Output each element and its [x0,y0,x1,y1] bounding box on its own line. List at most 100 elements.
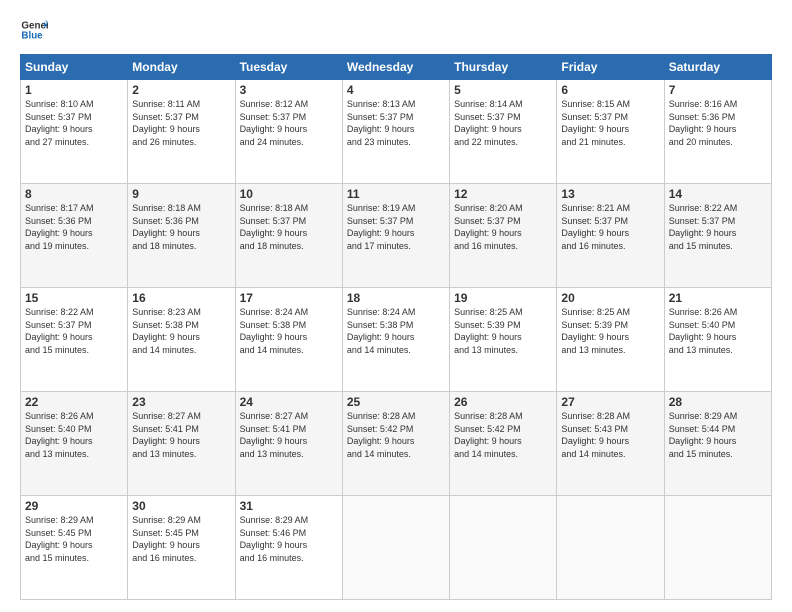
cell-details: Sunrise: 8:28 AMSunset: 5:42 PMDaylight:… [347,410,445,460]
cell-details: Sunrise: 8:29 AMSunset: 5:46 PMDaylight:… [240,514,338,564]
cell-details: Sunrise: 8:20 AMSunset: 5:37 PMDaylight:… [454,202,552,252]
cell-details: Sunrise: 8:23 AMSunset: 5:38 PMDaylight:… [132,306,230,356]
calendar-cell: 13Sunrise: 8:21 AMSunset: 5:37 PMDayligh… [557,184,664,288]
day-header-thursday: Thursday [450,55,557,80]
day-header-tuesday: Tuesday [235,55,342,80]
calendar-cell: 3Sunrise: 8:12 AMSunset: 5:37 PMDaylight… [235,80,342,184]
logo-icon: General Blue [20,16,48,44]
calendar-cell: 23Sunrise: 8:27 AMSunset: 5:41 PMDayligh… [128,392,235,496]
cell-details: Sunrise: 8:24 AMSunset: 5:38 PMDaylight:… [347,306,445,356]
day-number: 10 [240,187,338,201]
calendar-cell: 15Sunrise: 8:22 AMSunset: 5:37 PMDayligh… [21,288,128,392]
day-number: 21 [669,291,767,305]
cell-details: Sunrise: 8:16 AMSunset: 5:36 PMDaylight:… [669,98,767,148]
day-number: 6 [561,83,659,97]
calendar-cell: 19Sunrise: 8:25 AMSunset: 5:39 PMDayligh… [450,288,557,392]
calendar-cell: 24Sunrise: 8:27 AMSunset: 5:41 PMDayligh… [235,392,342,496]
calendar-cell: 10Sunrise: 8:18 AMSunset: 5:37 PMDayligh… [235,184,342,288]
calendar-cell: 11Sunrise: 8:19 AMSunset: 5:37 PMDayligh… [342,184,449,288]
cell-details: Sunrise: 8:24 AMSunset: 5:38 PMDaylight:… [240,306,338,356]
calendar-cell: 20Sunrise: 8:25 AMSunset: 5:39 PMDayligh… [557,288,664,392]
day-number: 13 [561,187,659,201]
day-header-monday: Monday [128,55,235,80]
day-number: 22 [25,395,123,409]
day-number: 17 [240,291,338,305]
day-number: 18 [347,291,445,305]
cell-details: Sunrise: 8:22 AMSunset: 5:37 PMDaylight:… [25,306,123,356]
cell-details: Sunrise: 8:12 AMSunset: 5:37 PMDaylight:… [240,98,338,148]
day-number: 4 [347,83,445,97]
cell-details: Sunrise: 8:29 AMSunset: 5:45 PMDaylight:… [132,514,230,564]
day-number: 9 [132,187,230,201]
calendar-cell: 14Sunrise: 8:22 AMSunset: 5:37 PMDayligh… [664,184,771,288]
calendar-cell: 2Sunrise: 8:11 AMSunset: 5:37 PMDaylight… [128,80,235,184]
cell-details: Sunrise: 8:11 AMSunset: 5:37 PMDaylight:… [132,98,230,148]
calendar-cell [450,496,557,600]
day-number: 5 [454,83,552,97]
day-number: 8 [25,187,123,201]
day-number: 3 [240,83,338,97]
cell-details: Sunrise: 8:21 AMSunset: 5:37 PMDaylight:… [561,202,659,252]
cell-details: Sunrise: 8:17 AMSunset: 5:36 PMDaylight:… [25,202,123,252]
cell-details: Sunrise: 8:13 AMSunset: 5:37 PMDaylight:… [347,98,445,148]
calendar-cell: 29Sunrise: 8:29 AMSunset: 5:45 PMDayligh… [21,496,128,600]
cell-details: Sunrise: 8:29 AMSunset: 5:45 PMDaylight:… [25,514,123,564]
day-number: 26 [454,395,552,409]
day-number: 28 [669,395,767,409]
cell-details: Sunrise: 8:25 AMSunset: 5:39 PMDaylight:… [454,306,552,356]
calendar-cell [342,496,449,600]
cell-details: Sunrise: 8:14 AMSunset: 5:37 PMDaylight:… [454,98,552,148]
day-number: 29 [25,499,123,513]
calendar-cell [557,496,664,600]
day-number: 30 [132,499,230,513]
day-number: 20 [561,291,659,305]
calendar-cell: 9Sunrise: 8:18 AMSunset: 5:36 PMDaylight… [128,184,235,288]
day-number: 25 [347,395,445,409]
day-number: 31 [240,499,338,513]
calendar-cell: 22Sunrise: 8:26 AMSunset: 5:40 PMDayligh… [21,392,128,496]
calendar-cell: 30Sunrise: 8:29 AMSunset: 5:45 PMDayligh… [128,496,235,600]
calendar-cell: 4Sunrise: 8:13 AMSunset: 5:37 PMDaylight… [342,80,449,184]
calendar-cell: 28Sunrise: 8:29 AMSunset: 5:44 PMDayligh… [664,392,771,496]
calendar-cell [664,496,771,600]
calendar-cell: 31Sunrise: 8:29 AMSunset: 5:46 PMDayligh… [235,496,342,600]
logo: General Blue [20,16,52,44]
day-number: 7 [669,83,767,97]
calendar-cell: 5Sunrise: 8:14 AMSunset: 5:37 PMDaylight… [450,80,557,184]
day-header-friday: Friday [557,55,664,80]
day-header-sunday: Sunday [21,55,128,80]
cell-details: Sunrise: 8:10 AMSunset: 5:37 PMDaylight:… [25,98,123,148]
calendar-cell: 7Sunrise: 8:16 AMSunset: 5:36 PMDaylight… [664,80,771,184]
header: General Blue [20,16,772,44]
day-header-wednesday: Wednesday [342,55,449,80]
cell-details: Sunrise: 8:28 AMSunset: 5:43 PMDaylight:… [561,410,659,460]
day-number: 2 [132,83,230,97]
day-number: 1 [25,83,123,97]
calendar-cell: 8Sunrise: 8:17 AMSunset: 5:36 PMDaylight… [21,184,128,288]
day-number: 24 [240,395,338,409]
cell-details: Sunrise: 8:29 AMSunset: 5:44 PMDaylight:… [669,410,767,460]
calendar-cell: 1Sunrise: 8:10 AMSunset: 5:37 PMDaylight… [21,80,128,184]
cell-details: Sunrise: 8:22 AMSunset: 5:37 PMDaylight:… [669,202,767,252]
day-number: 11 [347,187,445,201]
calendar-cell: 6Sunrise: 8:15 AMSunset: 5:37 PMDaylight… [557,80,664,184]
day-header-saturday: Saturday [664,55,771,80]
calendar-cell: 16Sunrise: 8:23 AMSunset: 5:38 PMDayligh… [128,288,235,392]
cell-details: Sunrise: 8:15 AMSunset: 5:37 PMDaylight:… [561,98,659,148]
calendar-cell: 27Sunrise: 8:28 AMSunset: 5:43 PMDayligh… [557,392,664,496]
cell-details: Sunrise: 8:25 AMSunset: 5:39 PMDaylight:… [561,306,659,356]
calendar-cell: 25Sunrise: 8:28 AMSunset: 5:42 PMDayligh… [342,392,449,496]
day-number: 23 [132,395,230,409]
cell-details: Sunrise: 8:28 AMSunset: 5:42 PMDaylight:… [454,410,552,460]
calendar-cell: 18Sunrise: 8:24 AMSunset: 5:38 PMDayligh… [342,288,449,392]
calendar-cell: 26Sunrise: 8:28 AMSunset: 5:42 PMDayligh… [450,392,557,496]
cell-details: Sunrise: 8:18 AMSunset: 5:37 PMDaylight:… [240,202,338,252]
calendar-table: SundayMondayTuesdayWednesdayThursdayFrid… [20,54,772,600]
cell-details: Sunrise: 8:27 AMSunset: 5:41 PMDaylight:… [132,410,230,460]
svg-text:Blue: Blue [21,30,43,41]
cell-details: Sunrise: 8:18 AMSunset: 5:36 PMDaylight:… [132,202,230,252]
page: General Blue SundayMondayTuesdayWednesda… [0,0,792,612]
cell-details: Sunrise: 8:26 AMSunset: 5:40 PMDaylight:… [25,410,123,460]
day-number: 16 [132,291,230,305]
calendar-cell: 12Sunrise: 8:20 AMSunset: 5:37 PMDayligh… [450,184,557,288]
